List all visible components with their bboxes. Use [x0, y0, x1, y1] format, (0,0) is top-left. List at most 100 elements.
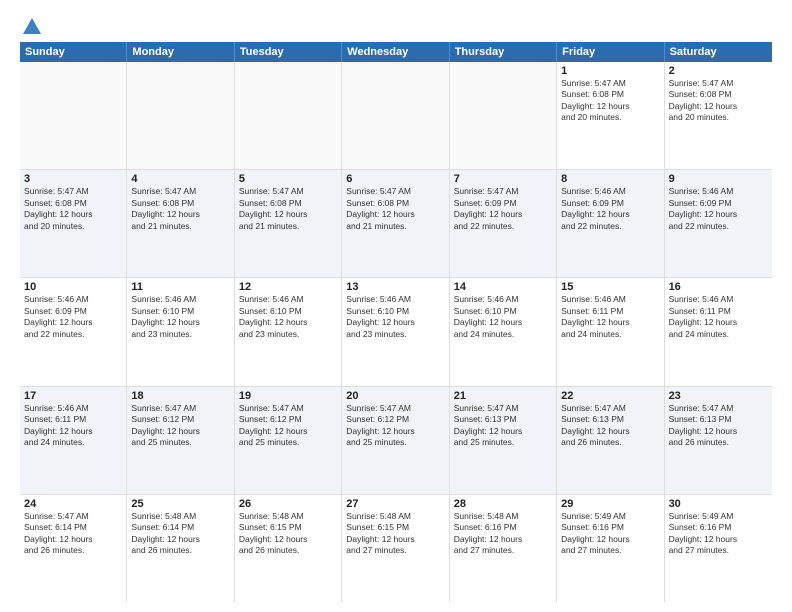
cell-info: Sunrise: 5:47 AM Sunset: 6:13 PM Dayligh… — [669, 403, 768, 449]
cell-info: Sunrise: 5:48 AM Sunset: 6:15 PM Dayligh… — [346, 511, 444, 557]
logo-text — [20, 16, 44, 38]
cell-info: Sunrise: 5:48 AM Sunset: 6:15 PM Dayligh… — [239, 511, 337, 557]
calendar-cell: 6Sunrise: 5:47 AM Sunset: 6:08 PM Daylig… — [342, 170, 449, 277]
calendar-cell: 15Sunrise: 5:46 AM Sunset: 6:11 PM Dayli… — [557, 278, 664, 385]
calendar-cell: 21Sunrise: 5:47 AM Sunset: 6:13 PM Dayli… — [450, 387, 557, 494]
calendar-cell: 8Sunrise: 5:46 AM Sunset: 6:09 PM Daylig… — [557, 170, 664, 277]
calendar-cell: 17Sunrise: 5:46 AM Sunset: 6:11 PM Dayli… — [20, 387, 127, 494]
calendar: SundayMondayTuesdayWednesdayThursdayFrid… — [20, 42, 772, 602]
day-number: 21 — [454, 390, 552, 402]
day-number: 24 — [24, 498, 122, 510]
day-number: 11 — [131, 281, 229, 293]
header — [20, 16, 772, 34]
calendar-cell: 10Sunrise: 5:46 AM Sunset: 6:09 PM Dayli… — [20, 278, 127, 385]
day-number: 15 — [561, 281, 659, 293]
logo-icon — [21, 16, 43, 38]
day-number: 18 — [131, 390, 229, 402]
page: SundayMondayTuesdayWednesdayThursdayFrid… — [0, 0, 792, 612]
logo — [20, 16, 44, 34]
calendar-header: SundayMondayTuesdayWednesdayThursdayFrid… — [20, 42, 772, 62]
day-number: 30 — [669, 498, 768, 510]
day-number: 20 — [346, 390, 444, 402]
cell-info: Sunrise: 5:46 AM Sunset: 6:10 PM Dayligh… — [454, 294, 552, 340]
calendar-cell: 7Sunrise: 5:47 AM Sunset: 6:09 PM Daylig… — [450, 170, 557, 277]
calendar-row-4: 17Sunrise: 5:46 AM Sunset: 6:11 PM Dayli… — [20, 387, 772, 495]
calendar-cell: 26Sunrise: 5:48 AM Sunset: 6:15 PM Dayli… — [235, 495, 342, 602]
day-number: 2 — [669, 65, 768, 77]
day-number: 12 — [239, 281, 337, 293]
calendar-cell: 19Sunrise: 5:47 AM Sunset: 6:12 PM Dayli… — [235, 387, 342, 494]
header-day-monday: Monday — [127, 42, 234, 62]
day-number: 14 — [454, 281, 552, 293]
calendar-body: 1Sunrise: 5:47 AM Sunset: 6:08 PM Daylig… — [20, 62, 772, 602]
calendar-cell: 3Sunrise: 5:47 AM Sunset: 6:08 PM Daylig… — [20, 170, 127, 277]
calendar-cell: 29Sunrise: 5:49 AM Sunset: 6:16 PM Dayli… — [557, 495, 664, 602]
day-number: 29 — [561, 498, 659, 510]
cell-info: Sunrise: 5:47 AM Sunset: 6:08 PM Dayligh… — [131, 186, 229, 232]
header-day-wednesday: Wednesday — [342, 42, 449, 62]
cell-info: Sunrise: 5:47 AM Sunset: 6:08 PM Dayligh… — [239, 186, 337, 232]
day-number: 23 — [669, 390, 768, 402]
calendar-cell: 28Sunrise: 5:48 AM Sunset: 6:16 PM Dayli… — [450, 495, 557, 602]
cell-info: Sunrise: 5:47 AM Sunset: 6:12 PM Dayligh… — [346, 403, 444, 449]
day-number: 19 — [239, 390, 337, 402]
cell-info: Sunrise: 5:48 AM Sunset: 6:14 PM Dayligh… — [131, 511, 229, 557]
day-number: 5 — [239, 173, 337, 185]
day-number: 7 — [454, 173, 552, 185]
cell-info: Sunrise: 5:47 AM Sunset: 6:13 PM Dayligh… — [561, 403, 659, 449]
day-number: 13 — [346, 281, 444, 293]
calendar-cell: 14Sunrise: 5:46 AM Sunset: 6:10 PM Dayli… — [450, 278, 557, 385]
day-number: 3 — [24, 173, 122, 185]
calendar-cell — [127, 62, 234, 169]
header-day-tuesday: Tuesday — [235, 42, 342, 62]
cell-info: Sunrise: 5:46 AM Sunset: 6:11 PM Dayligh… — [24, 403, 122, 449]
calendar-cell — [342, 62, 449, 169]
day-number: 16 — [669, 281, 768, 293]
day-number: 4 — [131, 173, 229, 185]
cell-info: Sunrise: 5:47 AM Sunset: 6:13 PM Dayligh… — [454, 403, 552, 449]
calendar-cell: 5Sunrise: 5:47 AM Sunset: 6:08 PM Daylig… — [235, 170, 342, 277]
cell-info: Sunrise: 5:46 AM Sunset: 6:09 PM Dayligh… — [669, 186, 768, 232]
day-number: 17 — [24, 390, 122, 402]
day-number: 22 — [561, 390, 659, 402]
calendar-cell: 24Sunrise: 5:47 AM Sunset: 6:14 PM Dayli… — [20, 495, 127, 602]
calendar-row-1: 1Sunrise: 5:47 AM Sunset: 6:08 PM Daylig… — [20, 62, 772, 170]
cell-info: Sunrise: 5:47 AM Sunset: 6:08 PM Dayligh… — [24, 186, 122, 232]
calendar-cell: 2Sunrise: 5:47 AM Sunset: 6:08 PM Daylig… — [665, 62, 772, 169]
cell-info: Sunrise: 5:47 AM Sunset: 6:08 PM Dayligh… — [669, 78, 768, 124]
cell-info: Sunrise: 5:46 AM Sunset: 6:11 PM Dayligh… — [669, 294, 768, 340]
header-day-saturday: Saturday — [665, 42, 772, 62]
day-number: 10 — [24, 281, 122, 293]
cell-info: Sunrise: 5:47 AM Sunset: 6:14 PM Dayligh… — [24, 511, 122, 557]
cell-info: Sunrise: 5:49 AM Sunset: 6:16 PM Dayligh… — [669, 511, 768, 557]
calendar-cell — [450, 62, 557, 169]
calendar-cell — [20, 62, 127, 169]
calendar-cell: 13Sunrise: 5:46 AM Sunset: 6:10 PM Dayli… — [342, 278, 449, 385]
calendar-cell: 9Sunrise: 5:46 AM Sunset: 6:09 PM Daylig… — [665, 170, 772, 277]
calendar-cell — [235, 62, 342, 169]
day-number: 25 — [131, 498, 229, 510]
cell-info: Sunrise: 5:48 AM Sunset: 6:16 PM Dayligh… — [454, 511, 552, 557]
cell-info: Sunrise: 5:47 AM Sunset: 6:09 PM Dayligh… — [454, 186, 552, 232]
cell-info: Sunrise: 5:46 AM Sunset: 6:11 PM Dayligh… — [561, 294, 659, 340]
calendar-cell: 22Sunrise: 5:47 AM Sunset: 6:13 PM Dayli… — [557, 387, 664, 494]
calendar-cell: 18Sunrise: 5:47 AM Sunset: 6:12 PM Dayli… — [127, 387, 234, 494]
cell-info: Sunrise: 5:47 AM Sunset: 6:08 PM Dayligh… — [561, 78, 659, 124]
header-day-thursday: Thursday — [450, 42, 557, 62]
calendar-row-2: 3Sunrise: 5:47 AM Sunset: 6:08 PM Daylig… — [20, 170, 772, 278]
header-day-sunday: Sunday — [20, 42, 127, 62]
calendar-row-3: 10Sunrise: 5:46 AM Sunset: 6:09 PM Dayli… — [20, 278, 772, 386]
cell-info: Sunrise: 5:47 AM Sunset: 6:12 PM Dayligh… — [131, 403, 229, 449]
calendar-cell: 16Sunrise: 5:46 AM Sunset: 6:11 PM Dayli… — [665, 278, 772, 385]
header-day-friday: Friday — [557, 42, 664, 62]
cell-info: Sunrise: 5:46 AM Sunset: 6:10 PM Dayligh… — [131, 294, 229, 340]
cell-info: Sunrise: 5:47 AM Sunset: 6:08 PM Dayligh… — [346, 186, 444, 232]
day-number: 28 — [454, 498, 552, 510]
day-number: 6 — [346, 173, 444, 185]
calendar-cell: 27Sunrise: 5:48 AM Sunset: 6:15 PM Dayli… — [342, 495, 449, 602]
calendar-cell: 23Sunrise: 5:47 AM Sunset: 6:13 PM Dayli… — [665, 387, 772, 494]
day-number: 26 — [239, 498, 337, 510]
calendar-cell: 20Sunrise: 5:47 AM Sunset: 6:12 PM Dayli… — [342, 387, 449, 494]
day-number: 9 — [669, 173, 768, 185]
calendar-cell: 4Sunrise: 5:47 AM Sunset: 6:08 PM Daylig… — [127, 170, 234, 277]
